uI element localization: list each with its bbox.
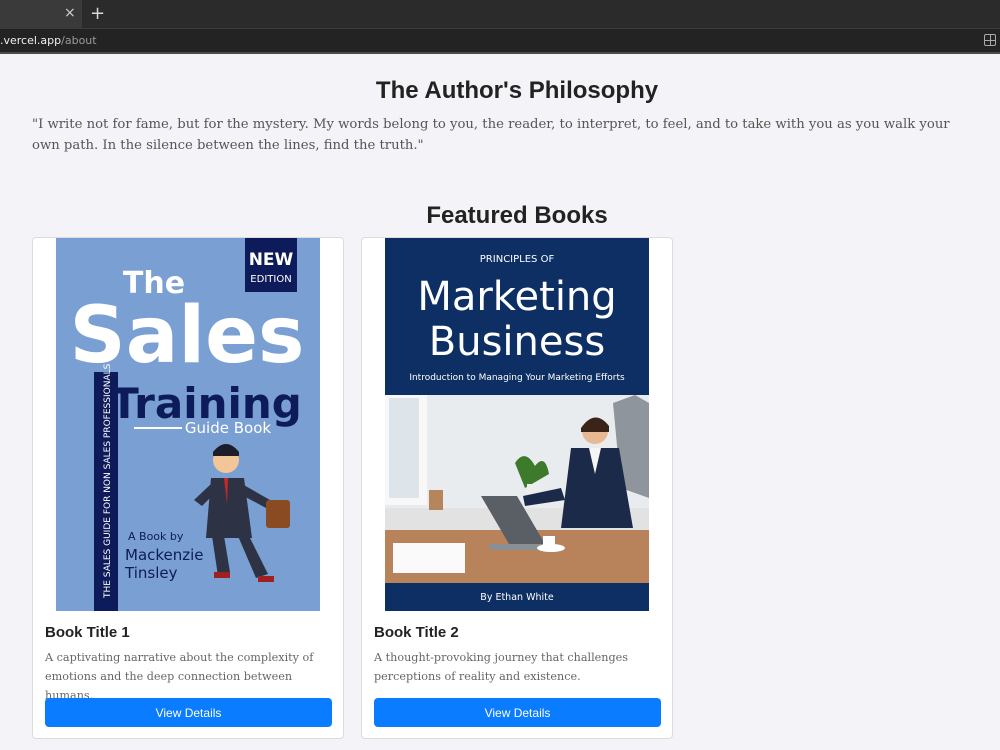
cover-kicker: PRINCIPLES OF [480,254,555,265]
sales-training-cover-art: NEW EDITION The Sales THE SALES GUIDE FO… [56,238,320,611]
book-card: PRINCIPLES OF Marketing Business Introdu… [361,237,673,739]
browser-tab-bar: × + [0,0,1000,28]
cover-author-1: Mackenzie [125,546,204,564]
book-title: Book Title 1 [45,624,130,641]
cover-by-line: A Book by [128,530,184,543]
cover-line-2: Business [429,319,605,365]
view-details-button[interactable]: View Details [45,698,332,727]
address-bar[interactable]: .vercel.app/about [0,28,1000,54]
book-description: A captivating narrative about the comple… [45,651,314,702]
book-cover-image: NEW EDITION The Sales THE SALES GUIDE FO… [56,238,320,611]
featured-books-title: Featured Books [426,202,608,229]
book-description: A thought-provoking journey that challen… [374,651,629,683]
cover-badge-edition: EDITION [250,274,291,285]
office-photo [385,395,649,583]
cover-author: By Ethan White [480,592,554,603]
close-tab-icon[interactable]: × [64,5,76,21]
cover-subtitle: Introduction to Managing Your Marketing … [409,373,625,383]
book-cover-image: PRINCIPLES OF Marketing Business Introdu… [385,238,649,611]
view-details-button[interactable]: View Details [374,698,661,727]
cover-badge-new: NEW [249,250,294,270]
page-content: The Author's Philosophy "I write not for… [0,56,1000,750]
book-card: NEW EDITION The Sales THE SALES GUIDE FO… [32,237,344,739]
marketing-business-cover-art: PRINCIPLES OF Marketing Business Introdu… [385,238,649,611]
browser-tab[interactable]: × [0,0,82,28]
tab-grid-icon[interactable] [984,34,996,46]
cover-author-2: Tinsley [124,564,178,582]
cover-guide-book: Guide Book [185,419,271,437]
new-tab-icon[interactable]: + [90,3,105,24]
url-host: .vercel.app [0,34,62,47]
url-path: /about [61,34,97,47]
book-title: Book Title 2 [374,624,459,641]
philosophy-quote: "I write not for fame, but for the myste… [32,117,950,153]
url-text[interactable]: .vercel.app/about [0,34,97,47]
cover-line-1: Marketing [417,274,616,320]
philosophy-title: The Author's Philosophy [375,77,659,104]
